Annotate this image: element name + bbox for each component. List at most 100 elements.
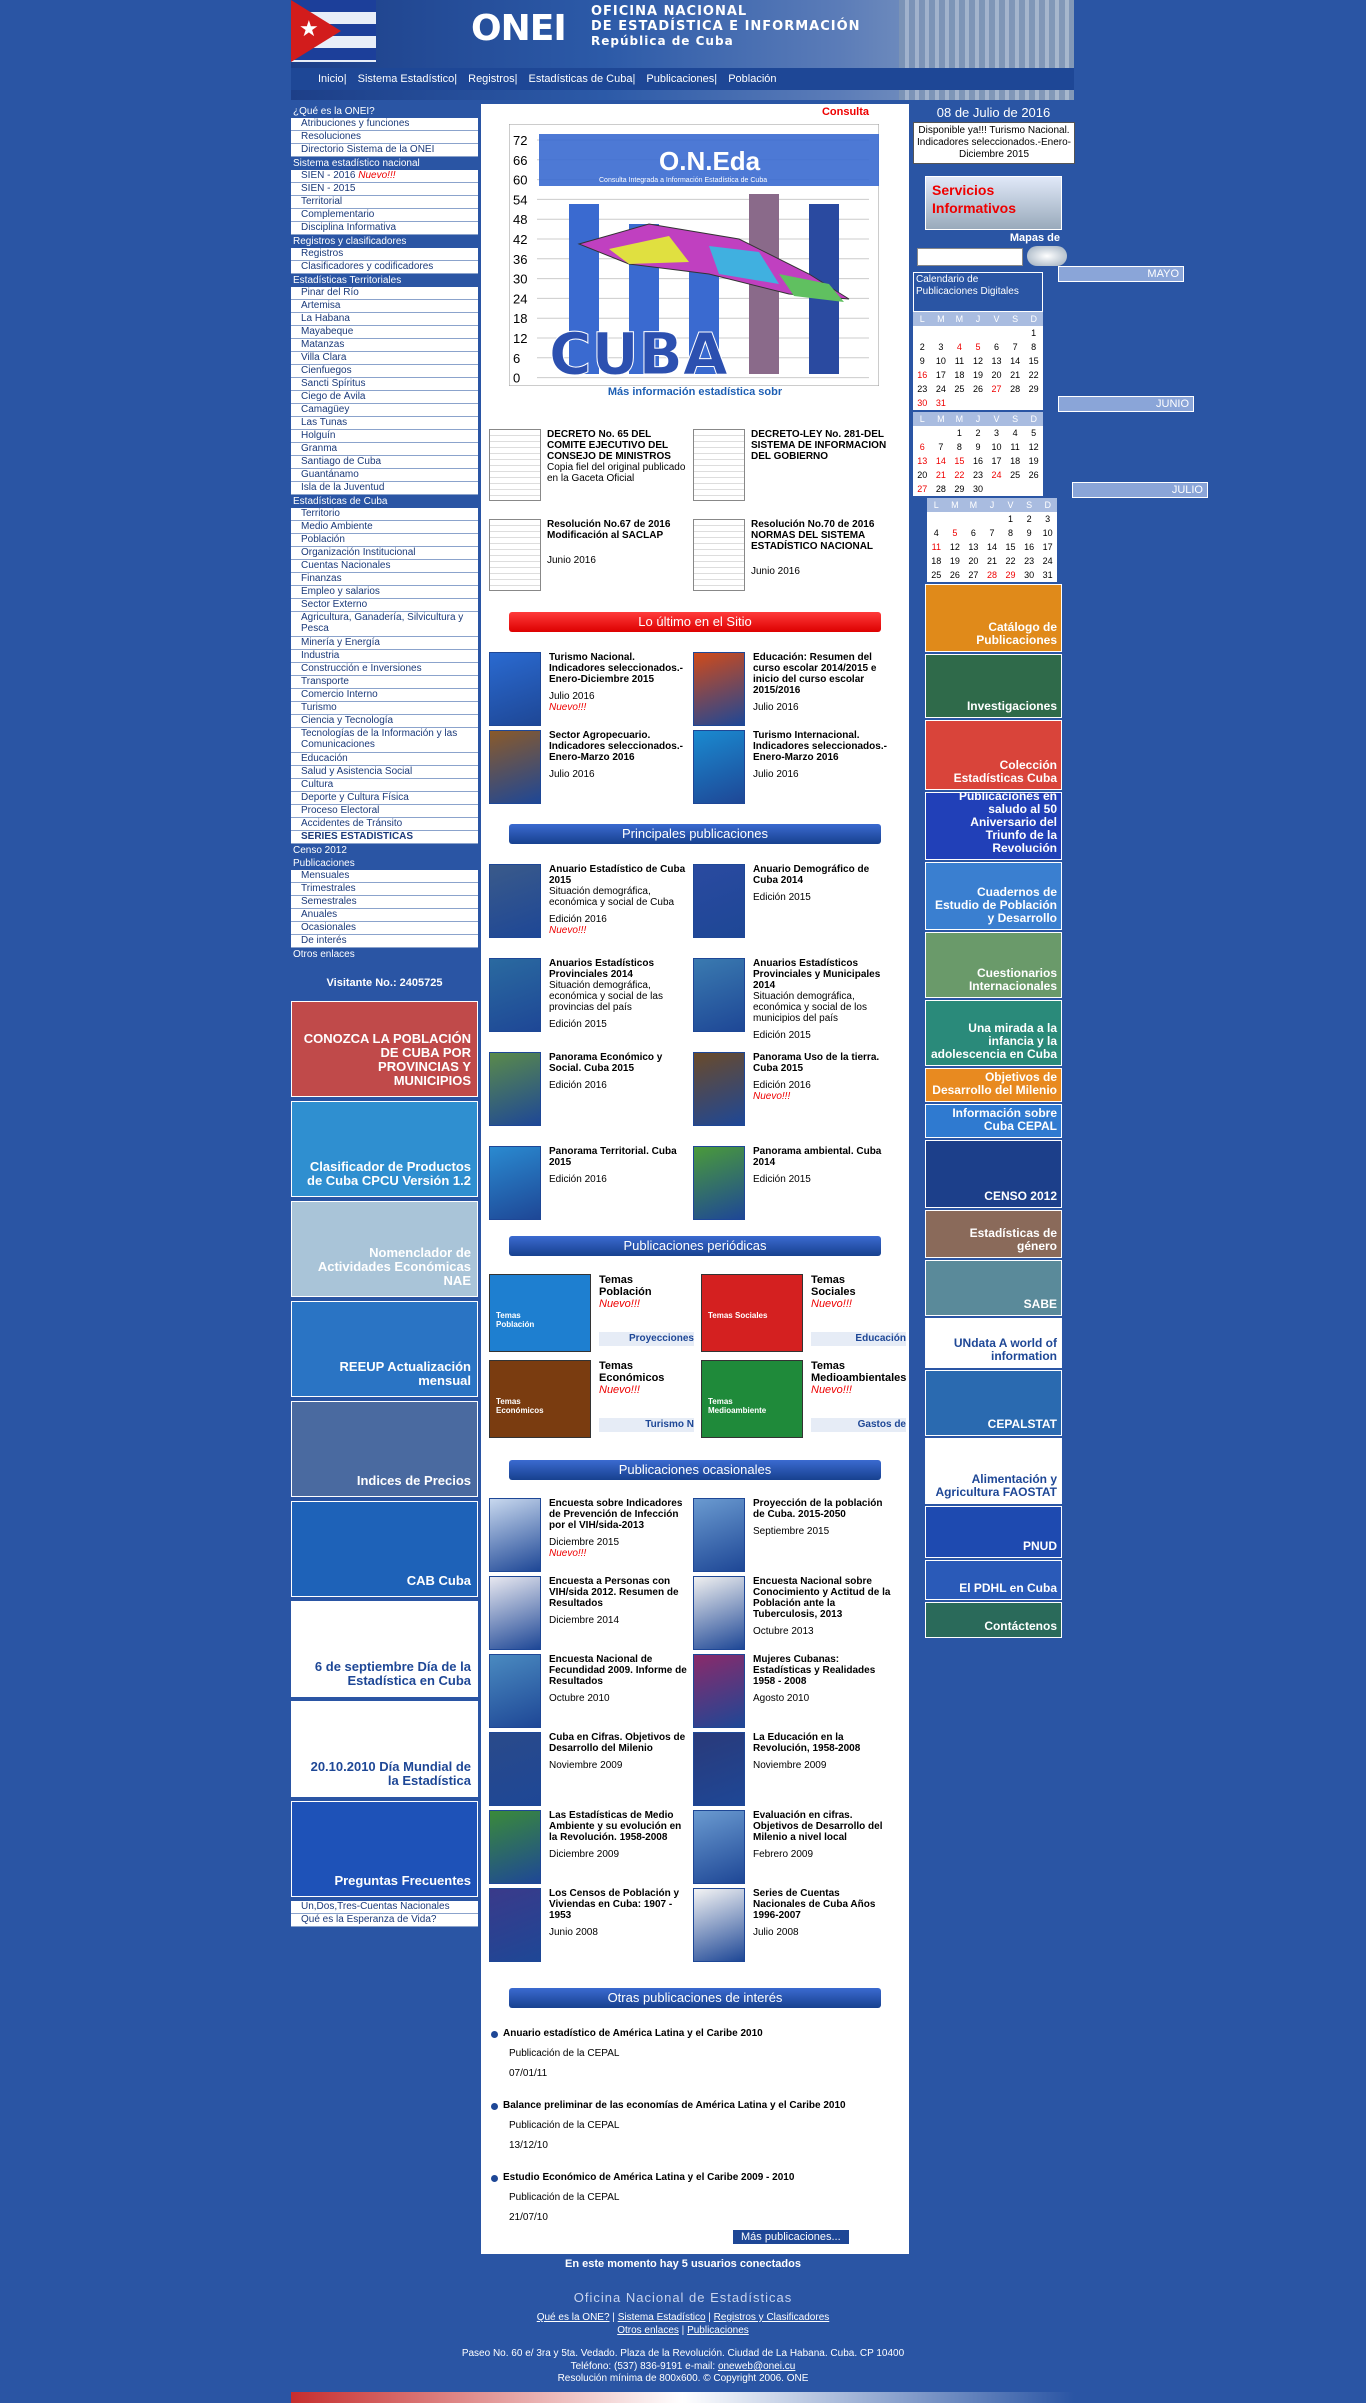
calendar-day[interactable]: 8 [1001, 526, 1020, 540]
menu-item[interactable]: SERIES ESTADÍSTICAS [291, 831, 478, 844]
calendar-day[interactable]: 15 [1001, 540, 1020, 554]
calendar-day[interactable]: 30 [969, 482, 988, 496]
calendar-month-name[interactable]: JUNIO [1058, 396, 1194, 412]
calendar-day[interactable]: 11 [950, 354, 969, 368]
menu-item[interactable]: Empleo y salarios [291, 586, 478, 599]
calendar-day[interactable]: 12 [1024, 440, 1043, 454]
menu-item[interactable]: Holguín [291, 430, 478, 443]
calendar-day[interactable]: 18 [950, 368, 969, 382]
calendar-day[interactable]: 2 [969, 426, 988, 440]
periodic-ticker[interactable]: Proyecciones [599, 1332, 694, 1346]
calendar-day[interactable]: 15 [1024, 354, 1043, 368]
more-info-link[interactable]: Más información estadística sobr [481, 386, 909, 398]
calendar-day[interactable]: 28 [1006, 382, 1025, 396]
footer-link-publicaciones[interactable]: Publicaciones [687, 2325, 749, 2336]
menu-item[interactable]: Sancti Spíritus [291, 378, 478, 391]
calendar-day[interactable]: 18 [1006, 454, 1025, 468]
calendar-day[interactable]: 4 [950, 340, 969, 354]
menu-item[interactable]: Población [291, 534, 478, 547]
calendar-day[interactable]: 7 [983, 526, 1002, 540]
menu-item[interactable]: Villa Clara [291, 352, 478, 365]
menu-item[interactable]: Cuentas Nacionales [291, 560, 478, 573]
site-logo[interactable]: ONEI [471, 8, 567, 49]
right-banner[interactable]: Objetivos de Desarrollo del Milenio [925, 1068, 1062, 1102]
menu-item[interactable]: Mensuales [291, 870, 478, 883]
periodic-ticker[interactable]: Educación [811, 1332, 906, 1346]
footer-email[interactable]: oneweb@onei.cu [718, 2361, 795, 2372]
nav-estadisticas-cuba[interactable]: Estadísticas de Cuba [529, 73, 633, 85]
menu-item[interactable]: Trimestrales [291, 883, 478, 896]
right-banner[interactable]: Cuadernos de Estudio de Población y Desa… [925, 862, 1062, 930]
oneda-chart-banner[interactable]: 72 66 60 54 48 42 36 30 24 18 12 6 0 O.N.Eda Consult… [509, 124, 879, 386]
menu-item[interactable]: Ciego de Ávila [291, 391, 478, 404]
periodic-ticker[interactable]: Gastos de [811, 1418, 906, 1432]
calendar-day[interactable]: 21 [1006, 368, 1025, 382]
link-esperanza-vida[interactable]: Qué es la Esperanza de Vida? [291, 1914, 478, 1927]
calendar-day[interactable]: 14 [932, 454, 951, 468]
calendar-day[interactable]: 1 [950, 426, 969, 440]
calendar-day[interactable]: 28 [932, 482, 951, 496]
calendar-day[interactable]: 27 [964, 568, 983, 582]
menu-item[interactable]: Resoluciones [291, 131, 478, 144]
calendar-day[interactable]: 25 [927, 568, 946, 582]
right-banner[interactable]: Una mirada a la infancia y la adolescenc… [925, 1000, 1062, 1066]
calendar-day[interactable]: 22 [950, 468, 969, 482]
calendar-day[interactable]: 10 [987, 440, 1006, 454]
calendar-day[interactable]: 22 [1001, 554, 1020, 568]
other-publication[interactable]: Balance preliminar de las economías de A… [491, 2100, 901, 2151]
menu-item[interactable]: Territorial [291, 196, 478, 209]
calendar-day[interactable]: 3 [932, 340, 951, 354]
menu-item[interactable]: Sector Externo [291, 599, 478, 612]
menu-item[interactable]: SIEN - 2015 [291, 183, 478, 196]
calendar-day[interactable]: 20 [987, 368, 1006, 382]
nav-poblacion[interactable]: Población [728, 73, 776, 85]
other-publication[interactable]: Estudio Económico de América Latina y el… [491, 2172, 901, 2223]
right-banner[interactable]: CEPALSTAT [925, 1370, 1062, 1436]
right-banner[interactable]: CENSO 2012 [925, 1140, 1062, 1208]
calendar-day[interactable]: 6 [913, 440, 932, 454]
menu-item[interactable]: De interés [291, 935, 478, 948]
left-banner[interactable]: CAB Cuba [291, 1501, 478, 1597]
menu-item[interactable]: Santiago de Cuba [291, 456, 478, 469]
calendar-day[interactable]: 21 [983, 554, 1002, 568]
menu-item[interactable]: Ciencia y Tecnología [291, 715, 478, 728]
calendar-day[interactable]: 20 [913, 468, 932, 482]
left-banner[interactable]: 20.10.2010 Día Mundial de la Estadística [291, 1701, 478, 1797]
menu-item[interactable]: Proceso Electoral [291, 805, 478, 818]
menu-item[interactable]: Accidentes de Tránsito [291, 818, 478, 831]
consulta-label[interactable]: Consulta [822, 106, 869, 118]
calendar-day[interactable]: 16 [969, 454, 988, 468]
menu-item[interactable]: Complementario [291, 209, 478, 222]
calendar-day[interactable]: 22 [1024, 368, 1043, 382]
calendar-day[interactable]: 24 [1038, 554, 1057, 568]
calendar-day[interactable]: 31 [1038, 568, 1057, 582]
calendar-day[interactable]: 26 [1024, 468, 1043, 482]
calendar-day[interactable]: 19 [969, 368, 988, 382]
calendar-day[interactable]: 11 [1006, 440, 1025, 454]
menu-section[interactable]: Publicaciones [291, 857, 478, 870]
calendar-day[interactable]: 5 [946, 526, 965, 540]
calendar-day[interactable]: 17 [1038, 540, 1057, 554]
calendar-day[interactable]: 9 [1020, 526, 1039, 540]
search-button[interactable] [1027, 246, 1067, 266]
calendar-day[interactable]: 29 [1001, 568, 1020, 582]
calendar-day[interactable]: 13 [964, 540, 983, 554]
left-banner[interactable]: Clasificador de Productos de Cuba CPCU V… [291, 1101, 478, 1197]
left-banner[interactable]: REEUP Actualización mensual [291, 1301, 478, 1397]
menu-item[interactable]: Ocasionales [291, 922, 478, 935]
periodic-ticker[interactable]: Turismo N [599, 1418, 694, 1432]
calendar-day[interactable]: 29 [1024, 382, 1043, 396]
calendar-day[interactable]: 12 [946, 540, 965, 554]
calendar-day[interactable]: 19 [946, 554, 965, 568]
right-banner[interactable]: SABE [925, 1260, 1062, 1316]
calendar-day[interactable]: 16 [913, 368, 932, 382]
calendar-day[interactable]: 15 [950, 454, 969, 468]
periodic-publication[interactable]: Temas Económicos Temas Económicos Nuevo!!!… [489, 1360, 694, 1440]
left-banner[interactable]: 6 de septiembre Día de la Estadística en… [291, 1601, 478, 1697]
menu-item[interactable]: Las Tunas [291, 417, 478, 430]
menu-item[interactable]: Cienfuegos [291, 365, 478, 378]
menu-item[interactable]: Directorio Sistema de la ONEI [291, 144, 478, 157]
calendar-day[interactable]: 1 [1024, 326, 1043, 340]
menu-item[interactable]: Clasificadores y codificadores [291, 261, 478, 274]
left-banner[interactable]: Preguntas Frecuentes [291, 1801, 478, 1897]
